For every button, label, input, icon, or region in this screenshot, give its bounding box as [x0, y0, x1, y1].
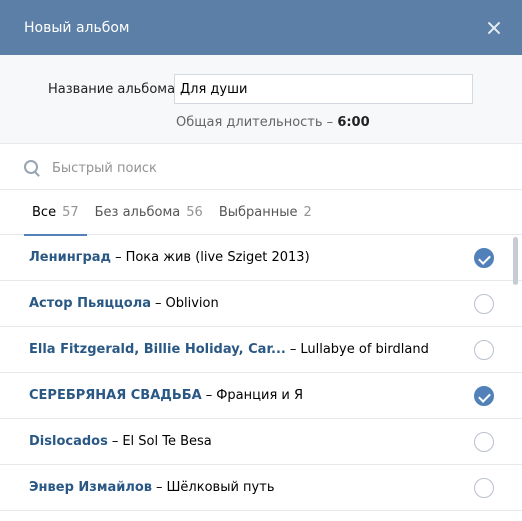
track-checkbox[interactable] — [474, 431, 494, 452]
track-row[interactable]: Энвер Измайлов – Шёлковый путь — [0, 465, 522, 511]
tab-without-album[interactable]: Без альбома 56 — [87, 190, 211, 235]
scrollbar[interactable] — [513, 237, 518, 285]
dialog-title: Новый альбом — [24, 19, 130, 36]
track-artist[interactable]: СЕРЕБРЯНАЯ СВАДЬБА — [29, 388, 202, 403]
tab-selected[interactable]: Выбранные 2 — [211, 190, 320, 235]
track-title: Oblivion — [165, 296, 219, 311]
track-artist[interactable]: Dislocados — [29, 434, 108, 449]
search-bar — [0, 144, 522, 190]
track-title: Франция и Я — [216, 388, 304, 403]
track-text: Астор Пьяццола – Oblivion — [29, 296, 219, 311]
tab-label: Без альбома — [94, 205, 181, 220]
track-text: СЕРЕБРЯНАЯ СВАДЬБА – Франция и Я — [29, 388, 304, 403]
track-title: Шёлковый путь — [166, 480, 275, 495]
tab-count: 2 — [303, 205, 312, 220]
tab-all[interactable]: Все 57 — [24, 190, 87, 236]
track-artist[interactable]: Энвер Измайлов — [29, 480, 152, 495]
tab-label: Все — [32, 205, 57, 220]
track-row[interactable]: Астор Пьяццола – Oblivion — [0, 281, 522, 327]
track-text: Dislocados – El Sol Te Besa — [29, 434, 212, 449]
duration-label: Общая длительность – — [176, 115, 334, 130]
track-row[interactable]: Ленинград – Пока жив (live Sziget 2013) — [0, 235, 522, 281]
track-list: Ленинград – Пока жив (live Sziget 2013) Ас… — [0, 235, 522, 511]
dialog-header: Новый альбом — [0, 0, 522, 55]
track-checkbox[interactable] — [474, 477, 494, 498]
new-album-dialog: Новый альбом Название альбома Общая длит… — [0, 0, 522, 521]
total-duration: Общая длительность – 6:00 — [176, 115, 370, 130]
track-text: Энвер Измайлов – Шёлковый путь — [29, 480, 275, 495]
track-title: El Sol Te Besa — [122, 434, 212, 449]
track-checkbox[interactable] — [474, 293, 494, 314]
track-checkbox[interactable] — [474, 247, 494, 268]
tab-count: 57 — [62, 205, 79, 220]
search-icon — [24, 160, 38, 174]
track-artist[interactable]: Астор Пьяццола — [29, 296, 151, 311]
tab-label: Выбранные — [218, 205, 298, 220]
track-row[interactable]: Dislocados – El Sol Te Besa — [0, 419, 522, 465]
tabs: Все 57 Без альбома 56 Выбранные 2 — [0, 190, 522, 236]
track-artist[interactable]: Ленинград — [29, 250, 111, 265]
track-title: Lullabye of birdland — [300, 342, 429, 357]
track-checkbox[interactable] — [474, 339, 494, 360]
track-checkbox[interactable] — [474, 385, 494, 406]
album-name-input[interactable] — [174, 74, 473, 104]
track-text: Ella Fitzgerald, Billie Holiday, Car... –… — [29, 342, 429, 357]
close-icon[interactable] — [486, 20, 502, 36]
tab-count: 56 — [186, 205, 203, 220]
duration-value: 6:00 — [337, 115, 370, 130]
track-artist[interactable]: Ella Fitzgerald, Billie Holiday, Car... — [29, 342, 286, 357]
album-name-label: Название альбома — [48, 82, 176, 97]
track-title: Пока жив (live Sziget 2013) — [125, 250, 310, 265]
track-row[interactable]: СЕРЕБРЯНАЯ СВАДЬБА – Франция и Я — [0, 373, 522, 419]
album-settings: Название альбома Общая длительность – 6:… — [0, 55, 522, 144]
search-input[interactable] — [50, 156, 494, 180]
track-row[interactable]: Ella Fitzgerald, Billie Holiday, Car... –… — [0, 327, 522, 373]
track-text: Ленинград – Пока жив (live Sziget 2013) — [29, 250, 310, 265]
